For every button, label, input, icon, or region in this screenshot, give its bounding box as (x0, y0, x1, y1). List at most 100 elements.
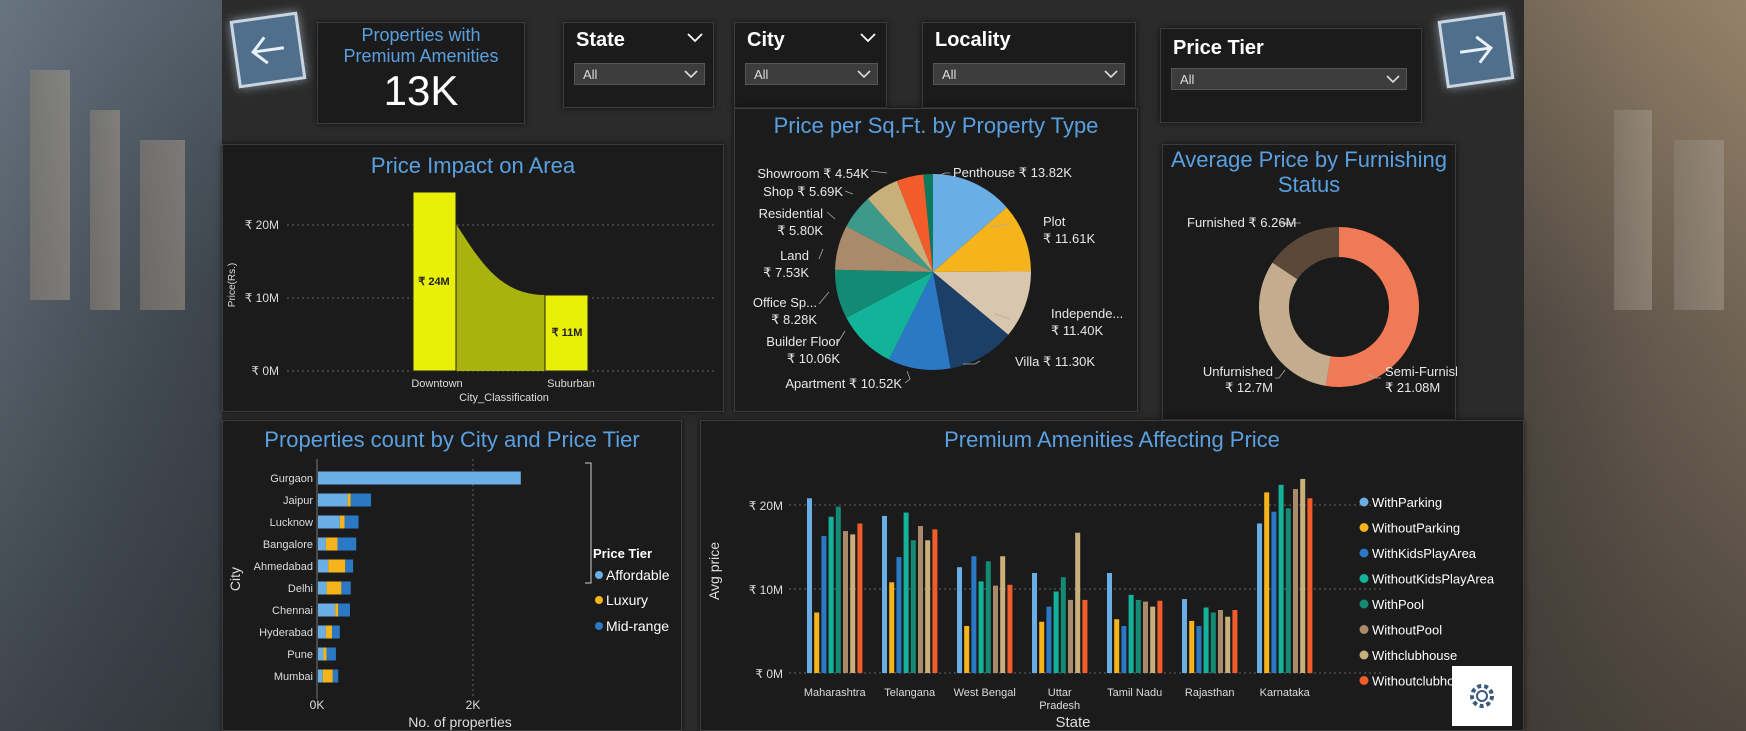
hbar-segment[interactable] (338, 603, 350, 617)
hbar-segment[interactable] (326, 581, 342, 595)
amenity-bar[interactable] (1157, 600, 1163, 673)
amenity-bar[interactable] (1053, 591, 1059, 673)
amenity-bar[interactable] (835, 506, 841, 673)
hbar-segment[interactable] (318, 669, 323, 683)
hbar-segment[interactable] (347, 493, 351, 507)
hbar-segment[interactable] (318, 625, 326, 639)
amenity-bar[interactable] (1039, 621, 1045, 673)
amenity-bar[interactable] (985, 561, 991, 673)
amenity-bar[interactable] (925, 540, 931, 673)
hbar-segment[interactable] (318, 603, 336, 617)
amenity-bar[interactable] (1121, 625, 1127, 673)
state-dropdown[interactable]: All (574, 63, 705, 85)
hbar-segment[interactable] (318, 647, 324, 661)
amenity-bar[interactable] (1285, 508, 1291, 673)
legend-label[interactable]: WithParking (1372, 495, 1442, 510)
amenity-bar[interactable] (1210, 612, 1216, 673)
city-dropdown[interactable]: All (745, 63, 878, 85)
amenity-bar[interactable] (910, 540, 916, 673)
amenity-bar[interactable] (978, 581, 984, 673)
legend-label[interactable]: WithKidsPlayArea (1372, 546, 1477, 561)
legend-label[interactable]: WithoutPool (1372, 623, 1442, 638)
amenity-bar[interactable] (1107, 573, 1112, 673)
hbar-segment[interactable] (332, 625, 340, 639)
locality-dropdown[interactable]: All (933, 63, 1125, 85)
amenity-bar[interactable] (843, 531, 848, 673)
state-slicer[interactable]: State All (563, 22, 714, 108)
chevron-down-icon[interactable] (687, 33, 703, 43)
amenity-bar[interactable] (918, 526, 923, 673)
amenity-bar[interactable] (1203, 607, 1209, 673)
amenity-bar[interactable] (1225, 616, 1231, 673)
amenity-bar[interactable] (1271, 511, 1277, 673)
amenity-bar[interactable] (1082, 599, 1088, 673)
amenity-bar[interactable] (1068, 599, 1073, 673)
legend-label[interactable]: Withclubhouse (1372, 648, 1457, 663)
amenity-bar[interactable] (1114, 619, 1120, 673)
legend-label[interactable]: WithoutKidsPlayArea (1372, 572, 1495, 587)
amenity-bar[interactable] (1182, 599, 1187, 673)
amenity-bar[interactable] (850, 534, 856, 673)
amenity-bar[interactable] (814, 612, 820, 673)
amenity-bar[interactable] (1007, 584, 1013, 673)
amenity-bar[interactable] (1278, 484, 1284, 673)
amenity-bar[interactable] (1000, 556, 1006, 673)
hbar-segment[interactable] (344, 515, 359, 529)
hbar-segment[interactable] (332, 669, 339, 683)
amenity-bar[interactable] (1293, 489, 1298, 673)
hbar-segment[interactable] (323, 647, 327, 661)
amenity-bar[interactable] (1257, 523, 1262, 673)
hbar-segment[interactable] (341, 581, 351, 595)
legend-label[interactable]: Luxury (606, 592, 648, 608)
back-button[interactable] (229, 11, 307, 89)
price-tier-dropdown[interactable]: All (1171, 68, 1407, 90)
legend-label[interactable]: Affordable (606, 567, 670, 583)
hbar-segment[interactable] (322, 669, 333, 683)
amenity-bar[interactable] (903, 512, 909, 673)
amenity-bar[interactable] (1307, 498, 1313, 673)
hbar-segment[interactable] (350, 493, 372, 507)
chevron-down-icon[interactable] (860, 33, 876, 43)
hbar-segment[interactable] (339, 515, 345, 529)
amenity-bar[interactable] (1150, 606, 1156, 673)
hbar-segment[interactable] (318, 515, 340, 529)
amenity-bar[interactable] (1189, 620, 1195, 673)
hbar-segment[interactable] (337, 537, 357, 551)
legend-label[interactable]: Mid-range (606, 618, 669, 634)
amenity-bar[interactable] (1218, 610, 1223, 673)
hbar-segment[interactable] (318, 537, 326, 551)
forward-button[interactable] (1437, 11, 1515, 89)
amenity-bar[interactable] (1232, 610, 1238, 673)
amenity-bar[interactable] (807, 498, 812, 673)
hbar-segment[interactable] (318, 471, 521, 485)
amenity-bar[interactable] (1075, 532, 1081, 673)
amenity-bar[interactable] (964, 625, 970, 673)
amenity-bar[interactable] (1143, 601, 1148, 673)
amenity-bar[interactable] (889, 582, 895, 673)
amenity-bar[interactable] (882, 515, 887, 673)
legend-label[interactable]: WithPool (1372, 597, 1424, 612)
hbar-segment[interactable] (335, 603, 339, 617)
legend-label[interactable]: WithoutParking (1372, 521, 1460, 536)
amenity-bar[interactable] (1135, 599, 1141, 673)
amenity-bar[interactable] (1196, 625, 1202, 673)
hbar-segment[interactable] (318, 559, 329, 573)
hbar-segment[interactable] (318, 493, 348, 507)
amenity-bar[interactable] (932, 529, 938, 673)
amenity-bar[interactable] (971, 556, 977, 673)
hbar-segment[interactable] (318, 581, 327, 595)
price-tier-slicer[interactable]: Price Tier All (1160, 28, 1422, 123)
amenity-bar[interactable] (857, 523, 863, 673)
city-slicer[interactable]: City All (734, 22, 887, 108)
amenity-bar[interactable] (1046, 606, 1052, 673)
amenity-bar[interactable] (1128, 594, 1134, 673)
donut-slice[interactable] (1325, 227, 1419, 387)
amenity-bar[interactable] (993, 585, 998, 673)
amenity-bar[interactable] (1300, 478, 1306, 673)
hbar-segment[interactable] (345, 559, 354, 573)
amenity-bar[interactable] (1264, 492, 1270, 673)
hbar-segment[interactable] (328, 559, 346, 573)
hbar-segment[interactable] (325, 625, 333, 639)
hbar-segment[interactable] (325, 537, 338, 551)
locality-slicer[interactable]: Locality All (922, 22, 1136, 108)
